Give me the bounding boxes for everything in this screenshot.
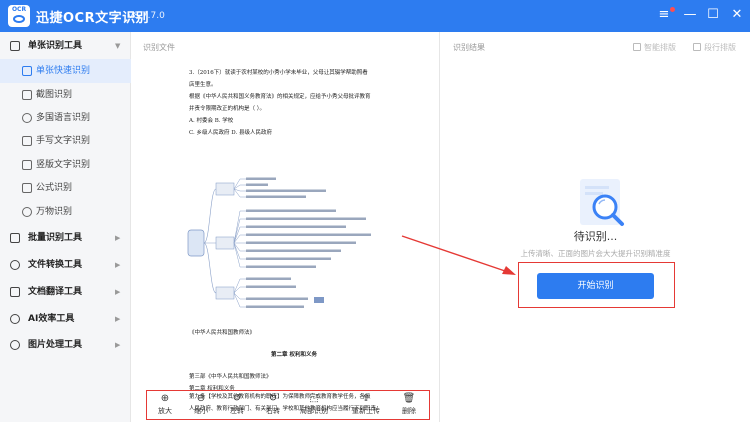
line-layout-button[interactable]: 段行排版 bbox=[693, 42, 736, 53]
sidebar-item-multilang[interactable]: 多国语言识别 bbox=[0, 106, 131, 130]
start-button-highlight-box bbox=[518, 262, 675, 308]
convert-icon bbox=[10, 260, 20, 270]
sidebar-item-label: 截图识别 bbox=[36, 90, 73, 100]
sidebar-category-image[interactable]: 图片处理工具 ▶ bbox=[0, 333, 131, 357]
screenshot-icon bbox=[22, 90, 32, 100]
app-logo-text: OCR bbox=[11, 6, 27, 13]
sidebar-item-label: 公式识别 bbox=[36, 183, 73, 193]
sidebar-item-label: 多国语言识别 bbox=[36, 113, 91, 123]
sidebar-item-quick[interactable]: 单张快速识别 bbox=[0, 59, 131, 83]
chevron-right-icon: ▶ bbox=[115, 341, 121, 349]
file-icon bbox=[22, 66, 32, 76]
sidebar-item-object[interactable]: 万物识别 bbox=[0, 200, 131, 224]
chevron-right-icon: ▶ bbox=[115, 315, 121, 323]
title-bar: OCR 迅捷OCR文字识别 v8.7.7.0 ≡ — ☐ ✕ bbox=[0, 0, 750, 32]
app-logo: OCR bbox=[8, 5, 30, 27]
notification-dot bbox=[670, 7, 675, 12]
batch-icon bbox=[10, 233, 20, 243]
smart-layout-button[interactable]: 智能排版 bbox=[633, 42, 676, 53]
doc-line: A. 村委会 B. 学校 bbox=[189, 118, 234, 124]
sidebar: 单张识别工具 ▼ 单张快速识别 截图识别 多国语言识别 手写文字识别 竖版文字识… bbox=[0, 32, 131, 422]
doc-line: 《中华人民共和国教师法》 bbox=[189, 330, 256, 336]
formula-icon bbox=[22, 183, 32, 193]
sidebar-item-label: 图片处理工具 bbox=[28, 340, 83, 350]
doc-line: 3.（2016下）就读于农村某校的小秀小学未毕业，父母让其辍学帮助照看 bbox=[189, 70, 368, 76]
doc-line: 并责令限期改正的机构是（ ）。 bbox=[189, 106, 265, 112]
sidebar-item-vertical[interactable]: 竖版文字识别 bbox=[0, 153, 131, 177]
sidebar-item-label: 万物识别 bbox=[36, 207, 73, 217]
flower-icon bbox=[22, 207, 32, 217]
preview-panel-label: 识别文件 bbox=[143, 43, 175, 52]
sidebar-category-convert[interactable]: 文件转换工具 ▶ bbox=[0, 253, 131, 277]
result-panel: 识别结果 智能排版 段行排版 待识别... 上传清晰、正面的图片会大大提升识别精… bbox=[441, 32, 750, 422]
image-icon bbox=[10, 340, 20, 350]
app-version: v8.7.7.0 bbox=[128, 11, 165, 21]
sidebar-item-label: 批量识别工具 bbox=[28, 233, 83, 243]
sidebar-item-label: AI效率工具 bbox=[28, 314, 75, 324]
chevron-right-icon: ▶ bbox=[115, 234, 121, 242]
annotation-arrow-icon bbox=[401, 235, 516, 275]
chevron-right-icon: ▶ bbox=[115, 288, 121, 296]
maximize-icon[interactable]: ☐ bbox=[705, 7, 721, 23]
sidebar-category-translate[interactable]: 文档翻译工具 ▶ bbox=[0, 280, 131, 304]
preview-panel: 识别文件 3.（2016下）就读于农村某校的小秀小学未毕业，父母让其辍学帮助照看… bbox=[131, 32, 440, 422]
close-icon[interactable]: ✕ bbox=[729, 7, 745, 23]
sidebar-item-formula[interactable]: 公式识别 bbox=[0, 176, 131, 200]
doc-line: 店里生意。 bbox=[189, 82, 217, 88]
sidebar-item-label: 竖版文字识别 bbox=[36, 160, 91, 170]
minimize-icon[interactable]: — bbox=[682, 7, 698, 23]
chevron-down-icon: ▼ bbox=[115, 42, 121, 50]
line-layout-icon bbox=[693, 43, 701, 51]
doc-heading: 第二章 权利和义务 bbox=[271, 352, 317, 358]
document-icon bbox=[10, 41, 20, 51]
sidebar-item-label: 手写文字识别 bbox=[36, 136, 91, 146]
sidebar-category-ai[interactable]: AI效率工具 ▶ bbox=[0, 307, 131, 331]
sidebar-item-label: 文件转换工具 bbox=[28, 260, 83, 270]
pen-icon bbox=[22, 136, 32, 146]
doc-line: 根据《中华人民共和国义务教育法》的相关规定，应给予小秀父母批评教育 bbox=[189, 94, 371, 100]
smart-layout-label: 智能排版 bbox=[644, 43, 676, 52]
translate-icon bbox=[10, 287, 20, 297]
magnifier-illustration-icon bbox=[580, 179, 624, 226]
sidebar-category-batch[interactable]: 批量识别工具 ▶ bbox=[0, 226, 131, 250]
chevron-right-icon: ▶ bbox=[115, 261, 121, 269]
sidebar-category-single[interactable]: 单张识别工具 ▼ bbox=[0, 34, 131, 58]
toolbar-highlight-box bbox=[146, 390, 430, 420]
sidebar-item-handwriting[interactable]: 手写文字识别 bbox=[0, 129, 131, 153]
line-layout-label: 段行排版 bbox=[704, 43, 736, 52]
ai-icon bbox=[10, 314, 20, 324]
vertical-text-icon bbox=[22, 160, 32, 170]
eye-icon bbox=[13, 15, 25, 23]
doc-line: 第三部《中华人民共和国教师法》 bbox=[189, 374, 272, 380]
sidebar-item-screenshot[interactable]: 截图识别 bbox=[0, 83, 131, 107]
mindmap-figure bbox=[187, 177, 371, 308]
sidebar-item-label: 单张快速识别 bbox=[36, 66, 91, 76]
sidebar-item-label: 文档翻译工具 bbox=[28, 287, 83, 297]
globe-icon bbox=[22, 113, 32, 123]
doc-line: C. 乡级人民政府 D. 县级人民政府 bbox=[189, 130, 272, 136]
sidebar-item-label: 单张识别工具 bbox=[28, 41, 83, 51]
smart-layout-icon bbox=[633, 43, 641, 51]
result-panel-label: 识别结果 bbox=[453, 43, 485, 52]
